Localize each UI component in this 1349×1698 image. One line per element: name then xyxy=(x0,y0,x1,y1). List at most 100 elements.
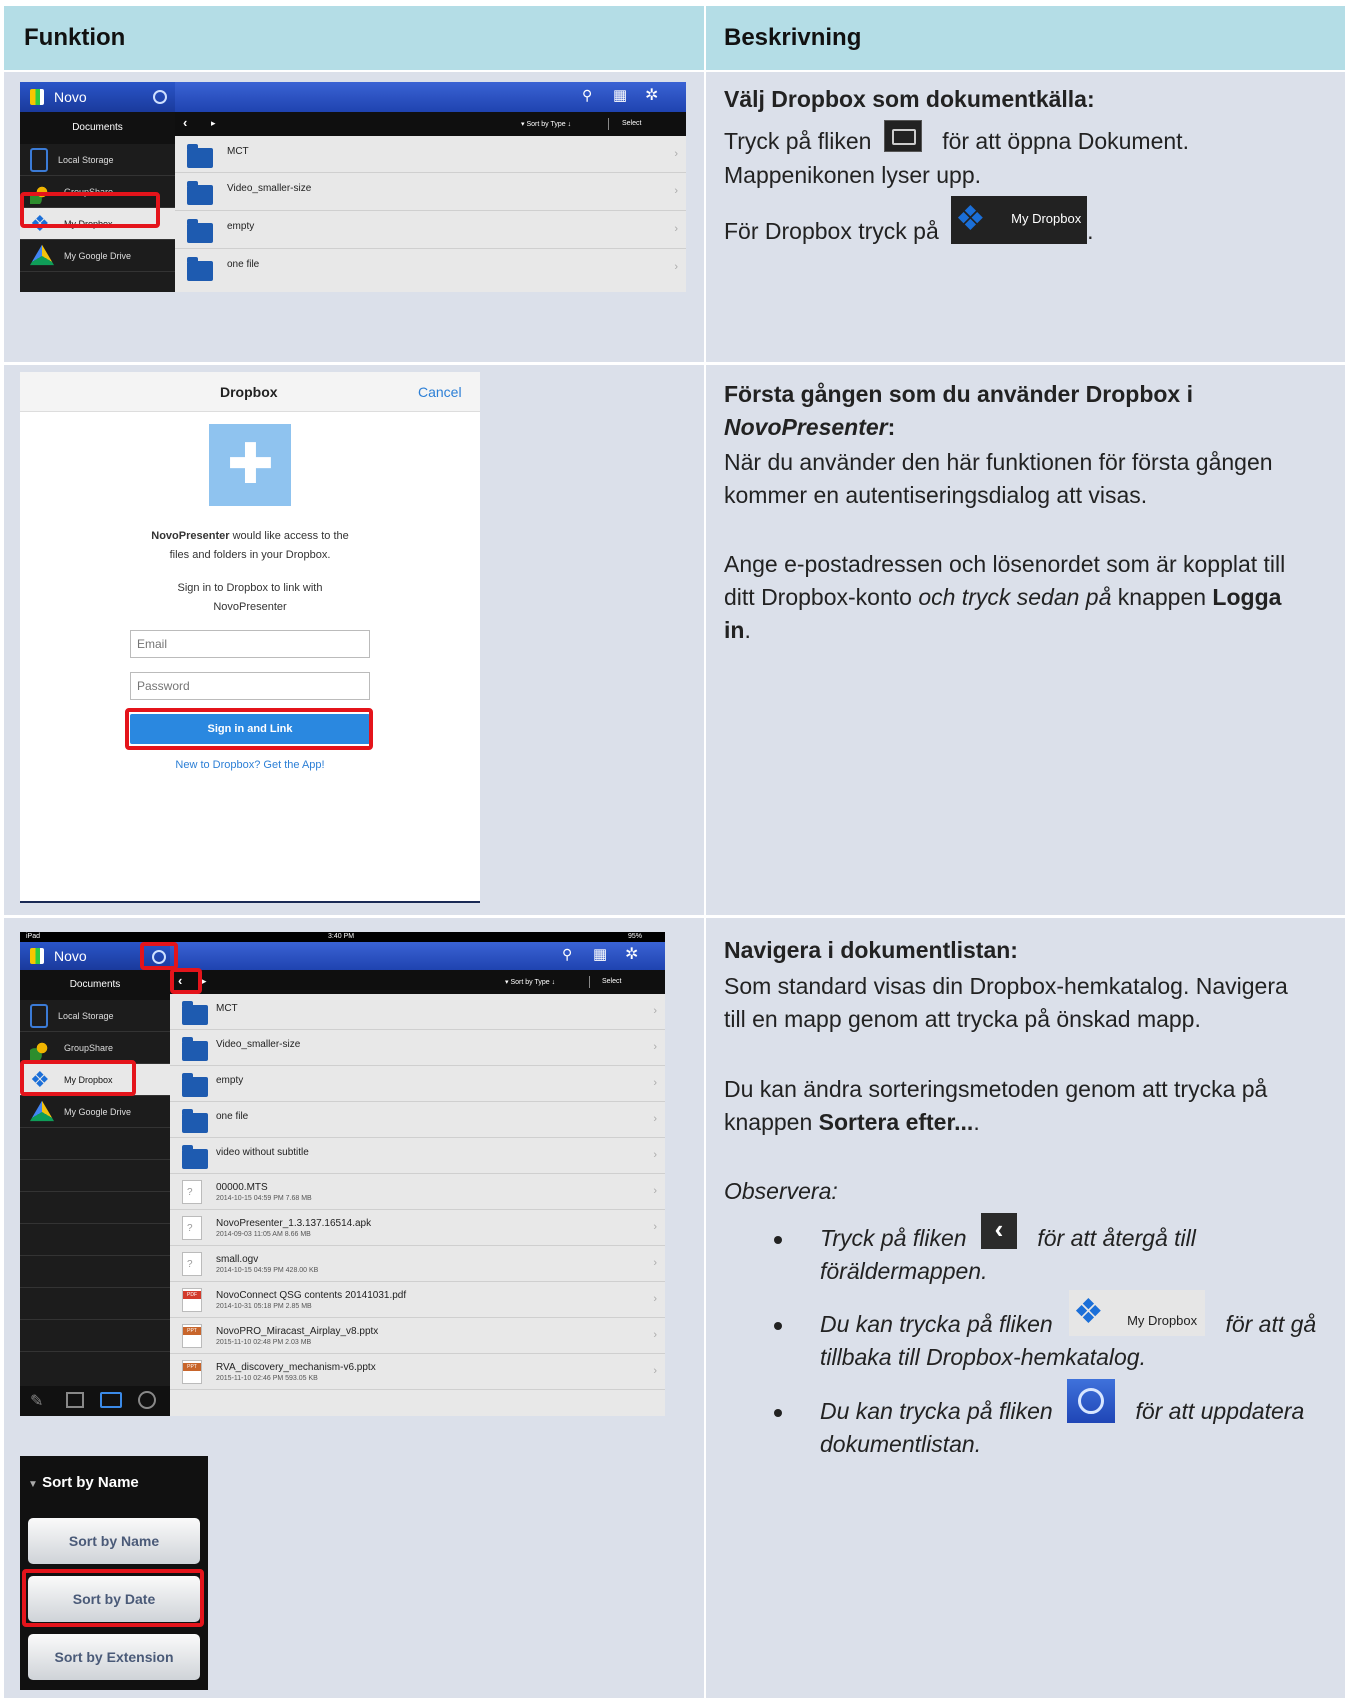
source-google-drive[interactable]: My Google Drive xyxy=(20,1096,170,1128)
highlight-sign-in-button xyxy=(125,708,373,750)
my-dropbox-badge: ❖ My Dropbox xyxy=(1069,1289,1206,1336)
list-item[interactable]: MCT › xyxy=(175,136,686,173)
folder-icon xyxy=(182,1145,208,1169)
chevron-right-icon: › xyxy=(674,261,678,273)
list-item[interactable]: one file › xyxy=(170,1102,665,1138)
chevron-right-icon: › xyxy=(653,1257,657,1269)
select-button[interactable]: Select xyxy=(622,120,641,127)
chevron-right-icon: › xyxy=(653,1185,657,1197)
forward-icon[interactable]: ▸ xyxy=(202,976,207,987)
desc2-title: Första gången som du använder Dropbox i … xyxy=(724,381,1194,440)
list-item[interactable]: Video_smaller-size › xyxy=(175,173,686,211)
sort-by-name-button[interactable]: Sort by Name xyxy=(28,1518,200,1564)
folder-icon xyxy=(187,144,213,168)
link-icon[interactable]: ⚲ xyxy=(582,87,592,104)
link-icon[interactable]: ⚲ xyxy=(562,946,572,963)
list-item[interactable]: Video_smaller-size › xyxy=(170,1030,665,1066)
highlight-my-dropbox xyxy=(20,1060,136,1096)
desc3-bullet3: Du kan trycka på fliken för att uppdater… xyxy=(820,1378,1304,1461)
dropbox-icon: ❖ xyxy=(955,199,986,238)
cancel-button[interactable]: Cancel xyxy=(418,384,462,400)
divider xyxy=(589,976,590,988)
dialog-titlebar: Dropbox Cancel xyxy=(20,372,480,412)
folder-list: MCT › Video_smaller-size › empty › one file… xyxy=(175,136,686,292)
chevron-right-icon: › xyxy=(653,1041,657,1053)
source-local-storage[interactable]: Local Storage xyxy=(20,144,175,176)
access-message: NovoPresenter would like access to the f… xyxy=(151,530,349,561)
file-icon: ? xyxy=(182,1252,202,1276)
dropbox-auth-dialog: Dropbox Cancel ✚ NovoPresenter would lik… xyxy=(20,372,480,903)
list-item[interactable]: PPT NovoPRO_Miracast_Airplay_v8.pptx 2015-… xyxy=(170,1318,665,1354)
chevron-right-icon: › xyxy=(653,1005,657,1017)
desc3-para2: Du kan ändra sorteringsmetoden genom att… xyxy=(724,1076,1268,1135)
bullet xyxy=(774,1322,782,1330)
ios-status-bar: iPad 3:40 PM 95% xyxy=(20,932,665,942)
list-item[interactable]: ? small.ogv 2014-10-15 04:59 PM 428.00 KB › xyxy=(170,1246,665,1282)
file-navbar: ‹ ▸ ▾ Sort by Type ↓ Select xyxy=(175,112,686,136)
folder-icon xyxy=(182,1109,208,1133)
source-google-drive[interactable]: My Google Drive xyxy=(20,240,175,272)
list-item[interactable]: PPT RVA_discovery_mechanism-v6.pptx 2015-1… xyxy=(170,1354,665,1390)
chevron-right-icon: › xyxy=(653,1293,657,1305)
desc1-line3: För Dropbox tryck på ❖ My Dropbox . xyxy=(724,195,1094,245)
chevron-right-icon: › xyxy=(653,1077,657,1089)
sort-by-type-button[interactable]: ▾ Sort by Type ↓ xyxy=(505,978,555,986)
gear-icon[interactable]: ✲ xyxy=(625,944,638,964)
email-field[interactable] xyxy=(130,630,370,658)
grid-icon[interactable]: ▦ xyxy=(613,86,627,104)
back-icon[interactable]: ‹ xyxy=(183,115,187,130)
desc1-line1: Tryck på fliken för att öppna Dokument. xyxy=(724,119,1189,155)
dialog-title: Dropbox xyxy=(220,384,278,400)
google-drive-icon xyxy=(30,244,54,266)
sort-by-extension-button[interactable]: Sort by Extension xyxy=(28,1634,200,1680)
grid-icon[interactable]: ▦ xyxy=(593,945,607,963)
get-app-link[interactable]: New to Dropbox? Get the App! xyxy=(20,759,480,771)
groupshare-icon xyxy=(30,1035,54,1060)
highlight-back xyxy=(170,968,202,994)
image-icon[interactable] xyxy=(66,1392,84,1408)
list-item[interactable]: ? NovoPresenter_1.3.137.16514.apk 2014-09-… xyxy=(170,1210,665,1246)
pen-icon[interactable]: ✎ xyxy=(30,1391,43,1411)
file-icon: ? xyxy=(182,1180,202,1204)
divider xyxy=(608,118,609,130)
chevron-right-icon: › xyxy=(674,223,678,235)
folder-icon xyxy=(187,219,213,243)
password-field[interactable] xyxy=(130,672,370,700)
folder-tab-icon[interactable] xyxy=(100,1392,122,1408)
back-tab-icon: ‹ xyxy=(980,1212,1017,1249)
novo-logo-icon xyxy=(30,948,44,964)
brand-name: Novo xyxy=(54,89,87,105)
select-button[interactable]: Select xyxy=(602,978,621,985)
folder-icon xyxy=(182,1073,208,1097)
file-list: MCT › Video_smaller-size › empty › one file… xyxy=(170,994,665,1416)
list-item[interactable]: ? 00000.MTS 2014-10-15 04:59 PM 7.68 MB › xyxy=(170,1174,665,1210)
chevron-right-icon: › xyxy=(653,1149,657,1161)
tablet-icon xyxy=(30,147,48,172)
pdf-file-icon: PDF xyxy=(182,1288,202,1312)
list-item[interactable]: empty › xyxy=(175,211,686,249)
desc3-bullet2: Du kan trycka på fliken ❖ My Dropbox för … xyxy=(820,1289,1316,1374)
folder-icon xyxy=(187,181,213,205)
list-item[interactable]: video without subtitle › xyxy=(170,1138,665,1174)
list-item[interactable]: empty › xyxy=(170,1066,665,1102)
documents-header: Documents xyxy=(20,970,170,1000)
chevron-right-icon: › xyxy=(653,1365,657,1377)
sort-menu: ▼ Sort by Name Sort by Name Sort by Date… xyxy=(20,1456,208,1690)
gear-icon[interactable]: ✲ xyxy=(645,85,658,105)
novo-app-screenshot-3: iPad 3:40 PM 95% Novo ⚲ ▦ ✲ Documents Lo… xyxy=(20,932,665,1416)
bullet xyxy=(774,1236,782,1244)
source-local-storage[interactable]: Local Storage xyxy=(20,1000,170,1032)
novo-logo-icon xyxy=(30,89,44,105)
ppt-file-icon: PPT xyxy=(182,1324,202,1348)
globe-icon[interactable] xyxy=(138,1391,156,1409)
refresh-icon[interactable] xyxy=(153,90,167,104)
chevron-right-icon: › xyxy=(653,1329,657,1341)
chevron-right-icon: › xyxy=(674,185,678,197)
list-item[interactable]: PDF NovoConnect QSG contents 20141031.pdf… xyxy=(170,1282,665,1318)
list-item[interactable]: MCT › xyxy=(170,994,665,1030)
sort-by-type-button[interactable]: ▾ Sort by Type ↓ xyxy=(521,120,571,128)
list-item[interactable]: one file › xyxy=(175,249,686,287)
highlight-refresh xyxy=(140,942,178,970)
sort-menu-current[interactable]: ▼ Sort by Name xyxy=(28,1474,139,1491)
forward-icon[interactable]: ▸ xyxy=(211,118,216,129)
